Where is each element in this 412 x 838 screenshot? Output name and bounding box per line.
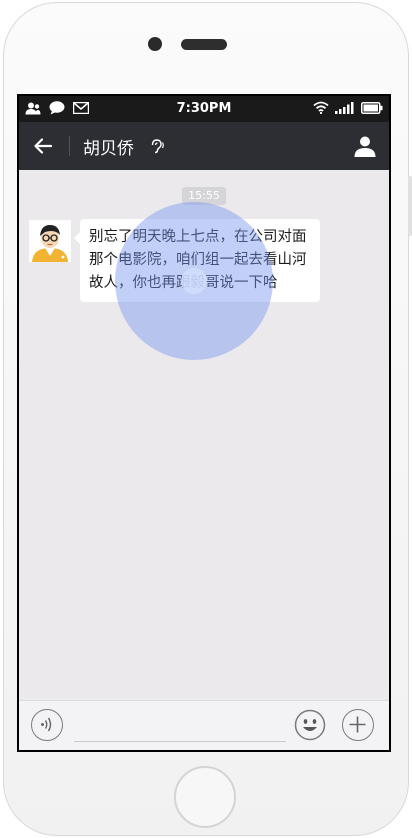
chat-title: 胡贝侨: [83, 139, 134, 159]
phone-device: 7:30PM 胡贝侨 15:55 别忘了明天晚上七点，在公司对面那个电影院，咱们…: [0, 0, 412, 838]
emoji-icon: [294, 709, 326, 741]
status-right-icons: [313, 101, 383, 114]
screen: 7:30PM 胡贝侨 15:55 别忘了明天晚上七点，在公司对面那个电影院，咱们…: [17, 94, 391, 752]
touch-point: [181, 268, 207, 294]
more-button[interactable]: [342, 709, 374, 741]
home-button[interactable]: [174, 766, 236, 828]
input-bar: [19, 700, 389, 750]
voice-icon: [41, 717, 52, 732]
touch-indicator: [115, 202, 273, 360]
earpiece-speaker: [181, 39, 227, 50]
ear-icon: [151, 139, 164, 154]
battery-icon: [361, 101, 383, 114]
back-arrow-icon[interactable]: [31, 134, 55, 158]
chat-screen: 7:30PM 胡贝侨 15:55 别忘了明天晚上七点，在公司对面那个电影院，咱们…: [19, 96, 389, 750]
side-button: [408, 176, 412, 236]
message-input[interactable]: [74, 711, 286, 742]
user-icon[interactable]: [353, 134, 377, 158]
front-camera: [148, 37, 162, 51]
plus-icon: [349, 716, 366, 733]
status-bar: 7:30PM: [19, 96, 389, 122]
bubble-tail: [74, 232, 80, 244]
cartoon-avatar-icon: [29, 220, 71, 262]
chat-header: 胡贝侨: [19, 122, 389, 170]
wifi-icon: [313, 101, 329, 114]
emoji-button[interactable]: [294, 709, 326, 741]
header-divider: [69, 136, 70, 156]
signal-icon: [335, 101, 354, 114]
voice-button[interactable]: [31, 709, 63, 741]
avatar[interactable]: [29, 220, 71, 262]
